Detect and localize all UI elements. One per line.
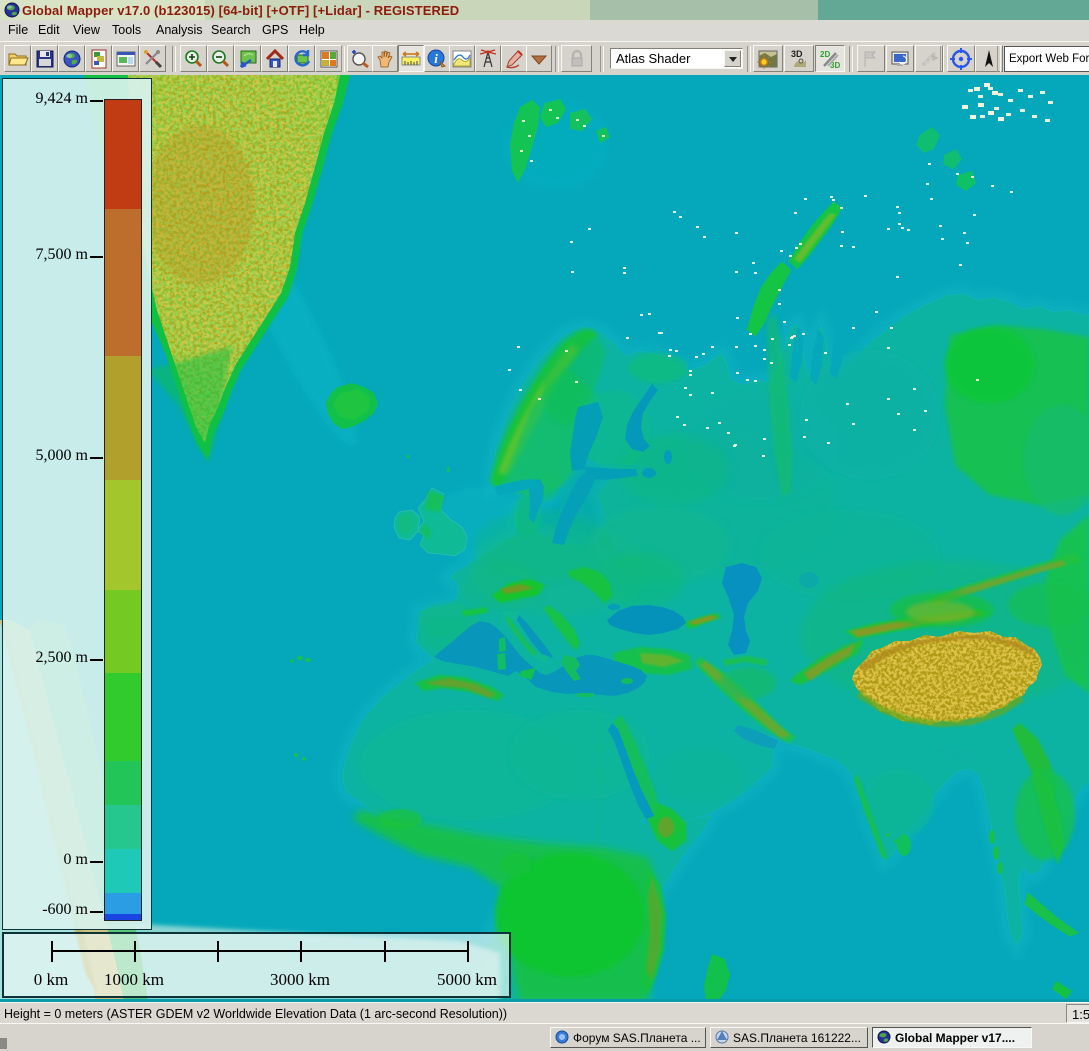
svg-text:i: i — [434, 51, 438, 66]
svg-text:3D: 3D — [791, 49, 803, 59]
svg-text:2D: 2D — [820, 50, 830, 59]
